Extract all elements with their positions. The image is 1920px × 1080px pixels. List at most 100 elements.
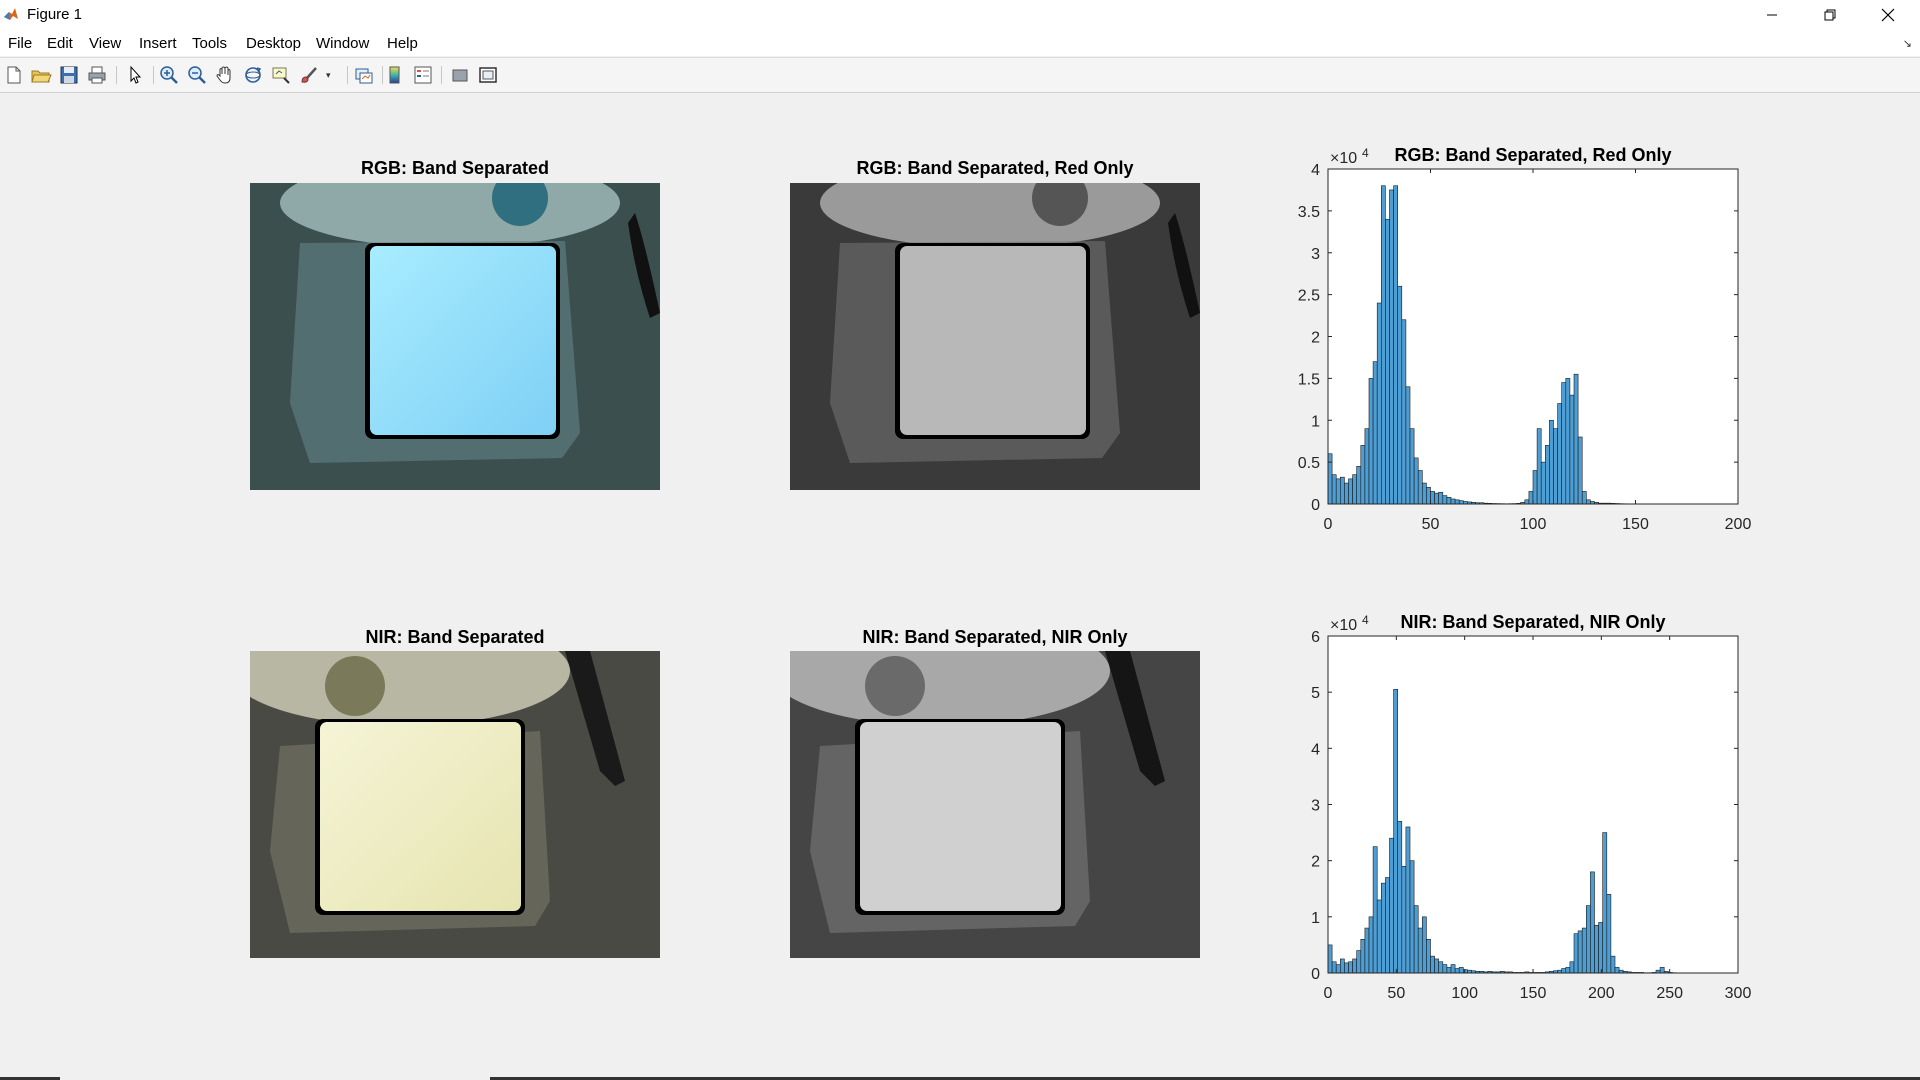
rgb-image-title: RGB: Band Separated (360, 158, 550, 178)
histogram-bar (1544, 445, 1550, 505)
data-cursor-icon[interactable] (270, 64, 292, 86)
rotate-3d-icon[interactable] (242, 64, 264, 86)
rgb-red-image (790, 183, 1200, 490)
histogram-bar (1340, 476, 1345, 505)
open-icon[interactable] (30, 64, 52, 86)
histogram-bar (1385, 218, 1390, 505)
histogram-bar (1565, 378, 1571, 505)
histogram-bar (1573, 933, 1579, 974)
menu-tools[interactable]: Tools (192, 35, 227, 52)
zoom-out-icon[interactable] (186, 64, 208, 86)
histogram-bar (1446, 967, 1452, 974)
menu-file[interactable]: File (8, 35, 32, 52)
histogram-bar (1434, 492, 1440, 505)
y-tick-label: 5 (1311, 685, 1320, 702)
histogram-bar (1454, 499, 1460, 505)
histogram-bar (1393, 689, 1398, 974)
brush-dropdown-icon[interactable]: ▾ (326, 70, 334, 80)
histogram-bar (1585, 905, 1591, 974)
window-title: Figure 1 (27, 6, 83, 23)
histogram-bar (1561, 382, 1567, 505)
print-icon[interactable] (86, 64, 108, 86)
legend-icon[interactable] (412, 64, 434, 86)
histogram-bar (1463, 969, 1468, 974)
histogram-bar (1569, 394, 1575, 505)
x-tick-label: 50 (1387, 985, 1405, 1002)
histogram-bar (1327, 453, 1333, 505)
dock-icon[interactable]: ↘ (1903, 37, 1912, 50)
hide-plot-tools-icon[interactable] (449, 64, 471, 86)
histogram-bar (1422, 916, 1427, 974)
menu-edit[interactable]: Edit (47, 35, 73, 52)
menu-help[interactable]: Help (387, 35, 418, 52)
colorbar-icon[interactable] (384, 64, 406, 86)
histogram-bar (1598, 922, 1604, 974)
histogram-bar (1557, 403, 1563, 505)
histogram-bar (1397, 821, 1403, 974)
histogram-bar (1422, 482, 1427, 505)
histogram-bar (1344, 482, 1349, 505)
histogram-bar (1438, 491, 1444, 505)
menu-view[interactable]: View (89, 35, 121, 52)
histogram-bar (1352, 474, 1357, 505)
histogram-bar (1573, 373, 1579, 505)
y-tick-label: 1 (1311, 910, 1320, 927)
histogram-bar (1426, 486, 1431, 505)
nir-histogram-chart: NIR: Band Separated, NIR Only 0 50 100 150 2… (1311, 612, 1751, 1002)
histogram-bar (1434, 958, 1440, 974)
minimize-button[interactable] (1743, 0, 1801, 30)
histogram-bar (1458, 500, 1464, 505)
nir-only-image-title: NIR: Band Separated, NIR Only (862, 627, 1128, 647)
menu-insert[interactable]: Insert (139, 35, 177, 52)
histogram-bar (1376, 302, 1382, 505)
matlab-icon (4, 8, 18, 20)
pointer-icon[interactable] (124, 64, 146, 86)
histogram-bar (1417, 470, 1423, 505)
histogram-bar (1405, 386, 1411, 505)
histogram-bar (1356, 466, 1362, 505)
histogram-bar (1348, 478, 1353, 505)
show-plot-tools-icon[interactable] (477, 64, 499, 86)
menu-desktop[interactable]: Desktop (246, 35, 301, 52)
nir-image-title: NIR: Band Separated (365, 627, 545, 647)
restore-icon (1824, 9, 1836, 21)
histogram-bar (1331, 474, 1337, 505)
histogram-bar (1540, 461, 1546, 505)
x-tick-label: 250 (1656, 985, 1683, 1002)
pan-icon[interactable] (214, 64, 236, 86)
x-tick-label: 0 (1324, 985, 1333, 1002)
histogram-bar (1430, 491, 1435, 505)
histogram-bar (1581, 491, 1587, 505)
histogram-bar (1401, 865, 1407, 974)
y-tick-label: 2 (1311, 330, 1320, 347)
restore-button[interactable] (1801, 0, 1859, 30)
histogram-bar (1659, 967, 1665, 974)
histogram-bar (1446, 496, 1452, 505)
histogram-bar (1581, 927, 1587, 974)
menu-window[interactable]: Window (316, 35, 369, 52)
rgb-red-image-title: RGB: Band Separated, Red Only (856, 158, 1134, 178)
x-tick-label: 50 (1422, 516, 1440, 533)
menu-bar: File Edit View Insert Tools Desktop Wind… (0, 30, 1920, 56)
histogram-bar (1413, 905, 1419, 974)
link-plot-icon[interactable] (353, 64, 375, 86)
histogram-bar (1426, 938, 1431, 974)
y-tick-label: 4 (1311, 741, 1320, 758)
y-tick-label: 0 (1311, 497, 1320, 514)
histogram-bar (1335, 964, 1341, 974)
histogram-bar (1577, 436, 1583, 505)
brush-icon[interactable] (298, 64, 320, 86)
histogram-bar (1528, 491, 1534, 505)
new-figure-icon[interactable] (3, 64, 25, 86)
histogram-bar (1450, 964, 1456, 974)
save-icon[interactable] (58, 64, 80, 86)
y-tick-label: 0 (1311, 966, 1320, 983)
histogram-bar (1381, 185, 1386, 505)
histogram-bar (1364, 927, 1370, 974)
histogram-bar (1331, 961, 1337, 974)
histogram-bar (1356, 950, 1362, 974)
close-button[interactable] (1859, 0, 1917, 30)
zoom-in-icon[interactable] (158, 64, 180, 86)
x-tick-label: 200 (1725, 516, 1752, 533)
rgb-image (250, 183, 660, 490)
